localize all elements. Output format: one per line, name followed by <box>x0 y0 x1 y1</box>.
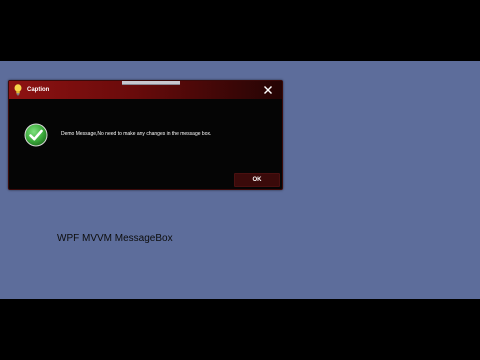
message-box-dialog: Caption Demo Message,No need to make any… <box>8 80 283 190</box>
success-check-icon <box>24 123 48 147</box>
dialog-caption: Caption <box>27 87 50 93</box>
window-grip-handle[interactable] <box>122 81 180 85</box>
dialog-message: Demo Message,No need to make any changes… <box>61 131 212 137</box>
lightbulb-icon <box>14 84 22 96</box>
close-icon[interactable] <box>260 82 276 98</box>
dialog-titlebar[interactable]: Caption <box>9 81 282 99</box>
letterbox-bottom <box>0 299 480 360</box>
ok-button[interactable]: OK <box>234 173 280 187</box>
demo-caption-label: WPF MVVM MessageBox <box>57 233 173 244</box>
letterbox-top <box>0 0 480 61</box>
